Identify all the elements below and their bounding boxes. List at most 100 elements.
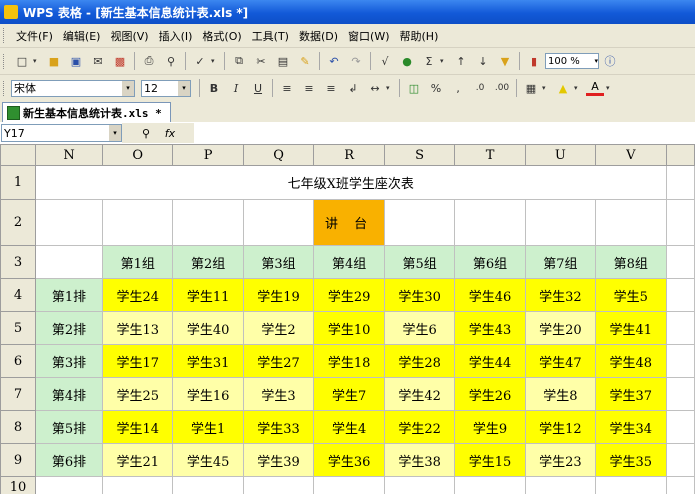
cell[interactable] bbox=[454, 199, 526, 246]
align-right-icon[interactable]: ≡ bbox=[322, 79, 340, 97]
column-header[interactable]: U bbox=[524, 144, 597, 166]
seat-cell[interactable]: 学生14 bbox=[102, 410, 174, 444]
name-box[interactable]: Y17 ▾ bbox=[1, 124, 122, 142]
cell[interactable] bbox=[524, 199, 597, 246]
column-header[interactable]: T bbox=[454, 144, 526, 166]
menu-tools[interactable]: 工具(T) bbox=[247, 28, 294, 44]
zoom-find-icon[interactable]: ⚲ bbox=[137, 127, 155, 140]
group-header-cell[interactable]: 第3组 bbox=[242, 245, 315, 279]
new-file-icon[interactable]: □ bbox=[13, 52, 31, 70]
autosum-icon[interactable]: Σ bbox=[420, 52, 438, 70]
open-folder-icon[interactable]: ■ bbox=[45, 52, 63, 70]
toolbar-grip-icon[interactable] bbox=[3, 80, 7, 96]
seat-cell[interactable]: 学生41 bbox=[595, 311, 667, 345]
seat-cell[interactable]: 学生24 bbox=[102, 278, 174, 312]
seat-cell[interactable]: 学生25 bbox=[102, 377, 174, 411]
seat-cell[interactable]: 学生3 bbox=[242, 377, 315, 411]
spellcheck-icon[interactable]: ✓ bbox=[191, 52, 209, 70]
seat-cell[interactable]: 学生2 bbox=[242, 311, 315, 345]
font-name-dropdown-icon[interactable]: ▾ bbox=[122, 80, 134, 96]
group-header-cell[interactable]: 第5组 bbox=[383, 245, 456, 279]
fill-color-dropdown-icon[interactable]: ▾ bbox=[574, 84, 582, 92]
seat-cell[interactable]: 学生1 bbox=[172, 410, 244, 444]
print-preview-icon[interactable]: ⚲ bbox=[162, 52, 180, 70]
seat-cell[interactable]: 学生37 bbox=[595, 377, 667, 411]
row-header[interactable]: 8 bbox=[0, 410, 36, 444]
seat-cell[interactable]: 学生43 bbox=[454, 311, 526, 345]
currency-icon[interactable]: ◫ bbox=[405, 79, 423, 97]
group-header-cell[interactable]: 第4组 bbox=[313, 245, 385, 279]
row-label-cell[interactable]: 第3排 bbox=[34, 344, 104, 378]
cell[interactable] bbox=[665, 476, 695, 494]
group-header-cell[interactable]: 第6组 bbox=[454, 245, 526, 279]
column-header[interactable] bbox=[665, 144, 695, 166]
cell[interactable] bbox=[313, 476, 385, 494]
row-header[interactable]: 4 bbox=[0, 278, 36, 312]
formula-input[interactable] bbox=[194, 123, 695, 143]
worksheet[interactable]: N O P Q R S T U V 1 七年级X班学生座次表 2 讲 台 3 第… bbox=[0, 144, 695, 494]
sort-descending-icon[interactable]: ↓ bbox=[474, 52, 492, 70]
cell[interactable] bbox=[665, 443, 695, 477]
seat-cell[interactable]: 学生28 bbox=[383, 344, 456, 378]
insert-function-icon[interactable]: √ bbox=[376, 52, 394, 70]
column-header[interactable]: S bbox=[383, 144, 456, 166]
cell[interactable] bbox=[665, 410, 695, 444]
select-all-corner[interactable] bbox=[0, 144, 36, 166]
align-left-icon[interactable]: ≡ bbox=[278, 79, 296, 97]
row-header[interactable]: 3 bbox=[0, 245, 36, 279]
zoom-select[interactable]: 100 % ▾ bbox=[545, 53, 599, 69]
hyperlink-icon[interactable]: ● bbox=[398, 52, 416, 70]
cell[interactable] bbox=[595, 199, 667, 246]
borders-dropdown-icon[interactable]: ▾ bbox=[542, 84, 550, 92]
align-center-icon[interactable]: ≡ bbox=[300, 79, 318, 97]
sort-ascending-icon[interactable]: ↑ bbox=[452, 52, 470, 70]
row-label-cell[interactable]: 第5排 bbox=[34, 410, 104, 444]
group-header-cell[interactable]: 第2组 bbox=[172, 245, 244, 279]
font-color-dropdown-icon[interactable]: ▾ bbox=[606, 84, 614, 92]
seat-cell[interactable]: 学生19 bbox=[242, 278, 315, 312]
seat-cell[interactable]: 学生13 bbox=[102, 311, 174, 345]
seat-cell[interactable]: 学生9 bbox=[454, 410, 526, 444]
seat-cell[interactable]: 学生6 bbox=[383, 311, 456, 345]
font-size-select[interactable]: 12 ▾ bbox=[141, 79, 191, 97]
row-header[interactable]: 2 bbox=[0, 199, 36, 246]
cell[interactable] bbox=[172, 476, 244, 494]
autosum-dropdown-icon[interactable]: ▾ bbox=[440, 57, 448, 65]
cell[interactable] bbox=[34, 199, 104, 246]
seat-cell[interactable]: 学生45 bbox=[172, 443, 244, 477]
borders-icon[interactable]: ▦ bbox=[522, 79, 540, 97]
cell[interactable] bbox=[172, 199, 244, 246]
seat-cell[interactable]: 学生5 bbox=[595, 278, 667, 312]
row-label-cell[interactable]: 第4排 bbox=[34, 377, 104, 411]
font-name-select[interactable]: 宋体 ▾ bbox=[11, 79, 135, 97]
cell[interactable] bbox=[242, 476, 315, 494]
seat-cell[interactable]: 学生39 bbox=[242, 443, 315, 477]
seat-cell[interactable]: 学生8 bbox=[524, 377, 597, 411]
seat-cell[interactable]: 学生15 bbox=[454, 443, 526, 477]
menu-view[interactable]: 视图(V) bbox=[105, 28, 153, 44]
seat-cell[interactable]: 学生27 bbox=[242, 344, 315, 378]
seat-cell[interactable]: 学生42 bbox=[383, 377, 456, 411]
row-header[interactable]: 9 bbox=[0, 443, 36, 477]
font-color-icon[interactable]: A bbox=[586, 80, 604, 96]
seat-cell[interactable]: 学生7 bbox=[313, 377, 385, 411]
menu-edit[interactable]: 编辑(E) bbox=[58, 28, 106, 44]
seat-cell[interactable]: 学生48 bbox=[595, 344, 667, 378]
column-header[interactable]: V bbox=[595, 144, 667, 166]
spellcheck-dropdown-icon[interactable]: ▾ bbox=[211, 57, 219, 65]
chart-icon[interactable]: ▮ bbox=[525, 52, 543, 70]
decrease-decimal-icon[interactable]: .00 bbox=[493, 79, 511, 97]
percent-button[interactable]: % bbox=[427, 79, 445, 97]
merge-center-icon[interactable]: ↔ bbox=[366, 79, 384, 97]
column-header[interactable]: O bbox=[102, 144, 174, 166]
bold-button[interactable]: B bbox=[205, 79, 223, 97]
cell[interactable] bbox=[102, 199, 174, 246]
row-header[interactable]: 6 bbox=[0, 344, 36, 378]
toolbar-grip-icon[interactable] bbox=[3, 53, 7, 69]
save-icon[interactable]: ▣ bbox=[67, 52, 85, 70]
cell-grid[interactable]: N O P Q R S T U V 1 七年级X班学生座次表 2 讲 台 3 第… bbox=[0, 144, 695, 494]
underline-button[interactable]: U bbox=[249, 79, 267, 97]
menu-data[interactable]: 数据(D) bbox=[294, 28, 343, 44]
group-header-cell[interactable]: 第1组 bbox=[102, 245, 174, 279]
name-box-dropdown-icon[interactable]: ▾ bbox=[109, 125, 121, 141]
